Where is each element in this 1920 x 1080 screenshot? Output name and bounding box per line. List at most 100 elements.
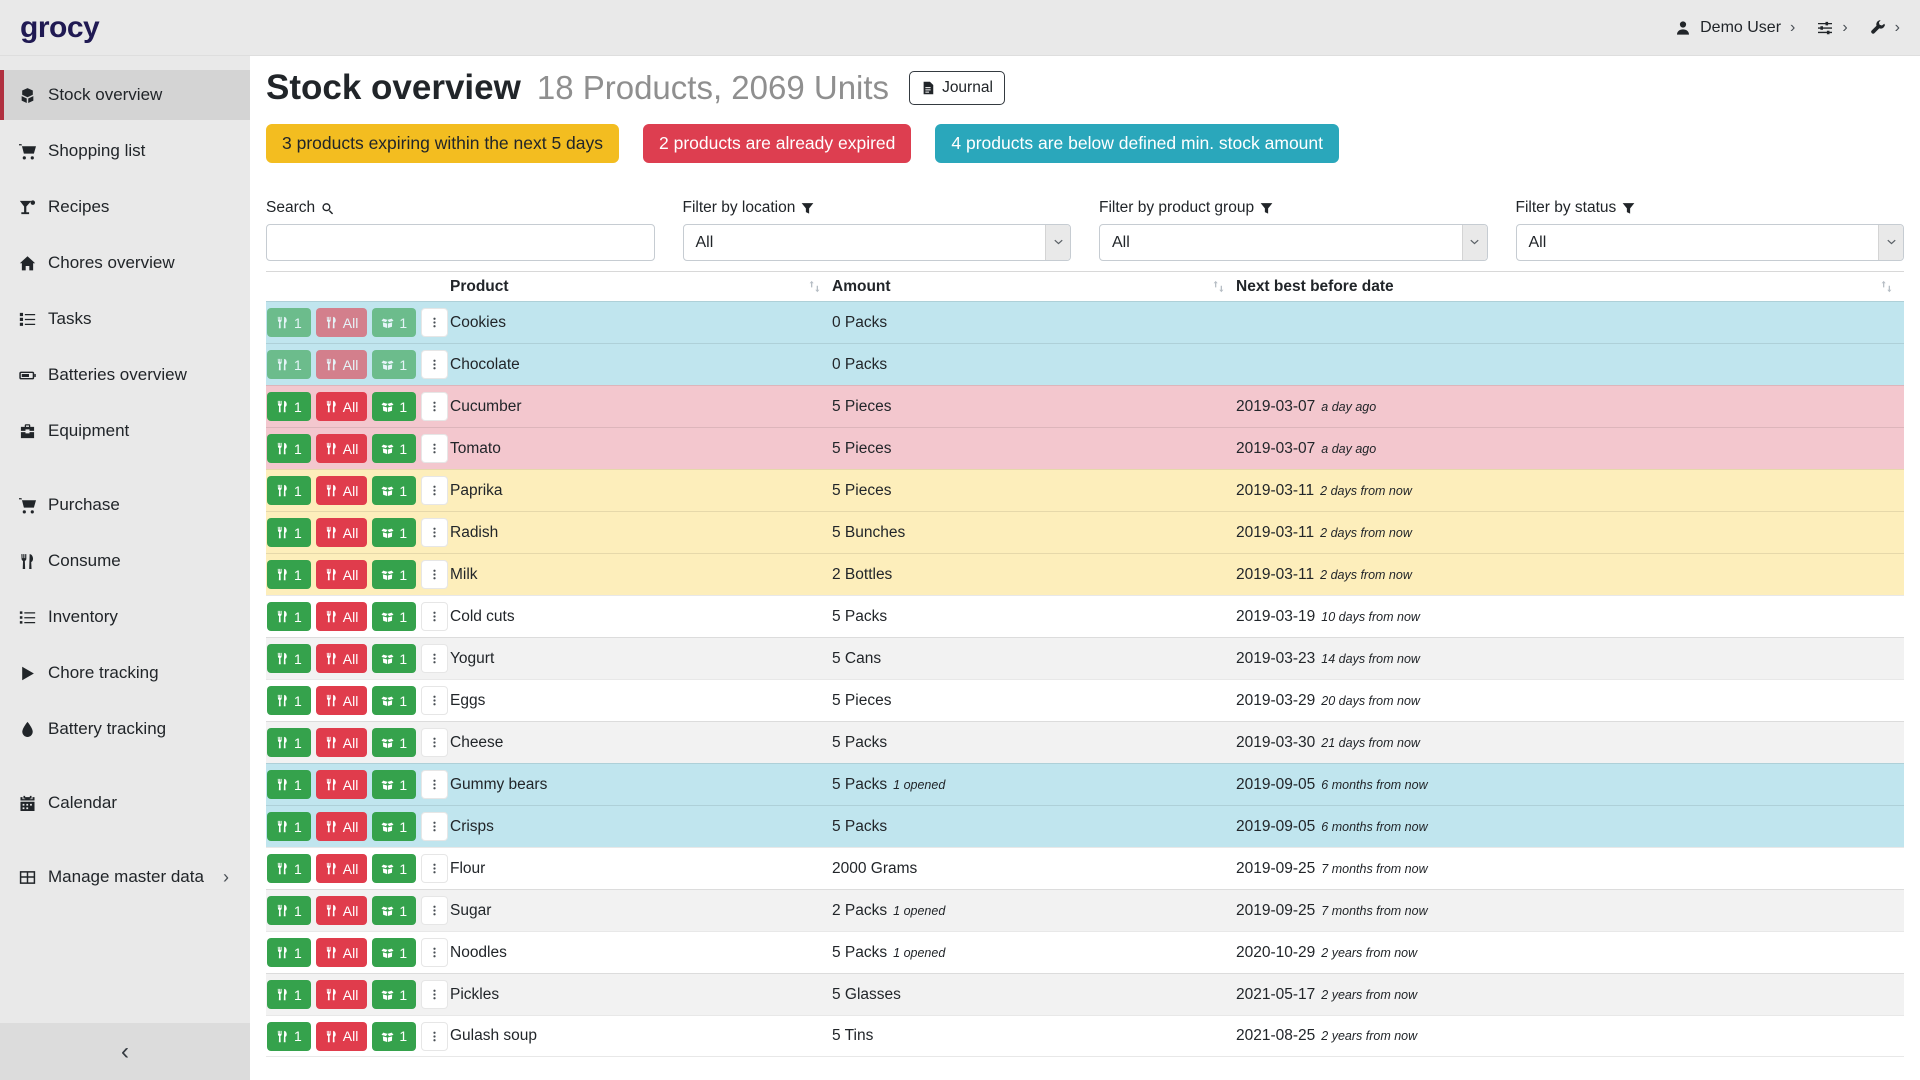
consume-one-button[interactable]: 1 — [267, 476, 311, 505]
row-menu-button[interactable] — [421, 1022, 448, 1051]
sidebar-item-chores-overview[interactable]: Chores overview — [0, 238, 250, 288]
open-one-button[interactable]: 1 — [372, 686, 416, 715]
consume-all-button[interactable]: All — [316, 854, 368, 883]
open-one-button[interactable]: 1 — [372, 812, 416, 841]
row-menu-button[interactable] — [421, 644, 448, 673]
open-one-button[interactable]: 1 — [372, 518, 416, 547]
date-column-header[interactable]: Next best before date — [1236, 278, 1904, 296]
consume-one-button[interactable]: 1 — [267, 434, 311, 463]
consume-all-button[interactable]: All — [316, 434, 368, 463]
open-one-button[interactable]: 1 — [372, 644, 416, 673]
filter-by-location-select[interactable]: All — [683, 224, 1072, 261]
sidebar-item-consume[interactable]: Consume — [0, 536, 250, 586]
consume-all-button[interactable]: All — [316, 350, 368, 379]
filter-by-status-select[interactable]: All — [1516, 224, 1905, 261]
consume-one-button[interactable]: 1 — [267, 560, 311, 589]
consume-one-button[interactable]: 1 — [267, 518, 311, 547]
consume-all-button[interactable]: All — [316, 938, 368, 967]
open-one-button[interactable]: 1 — [372, 308, 416, 337]
consume-all-button[interactable]: All — [316, 602, 368, 631]
sidebar-item-shopping-list[interactable]: Shopping list — [0, 126, 250, 176]
sidebar-collapse-button[interactable]: ‹ — [0, 1023, 250, 1080]
row-menu-button[interactable] — [421, 518, 448, 547]
topbar-shortcut-wrench[interactable]: › — [1870, 19, 1900, 37]
row-menu-button[interactable] — [421, 686, 448, 715]
consume-all-button[interactable]: All — [316, 896, 368, 925]
consume-all-button[interactable]: All — [316, 392, 368, 421]
row-menu-button[interactable] — [421, 350, 448, 379]
sidebar-item-recipes[interactable]: Recipes — [0, 182, 250, 232]
open-one-button[interactable]: 1 — [372, 602, 416, 631]
consume-all-button[interactable]: All — [316, 1022, 368, 1051]
sidebar-item-inventory[interactable]: Inventory — [0, 592, 250, 642]
row-menu-button[interactable] — [421, 434, 448, 463]
open-one-button[interactable]: 1 — [372, 728, 416, 757]
open-one-button[interactable]: 1 — [372, 770, 416, 799]
consume-all-button[interactable]: All — [316, 476, 368, 505]
consume-all-button[interactable]: All — [316, 518, 368, 547]
consume-all-button[interactable]: All — [316, 308, 368, 337]
sidebar-item-tasks[interactable]: Tasks — [0, 294, 250, 344]
row-menu-button[interactable] — [421, 308, 448, 337]
journal-button[interactable]: Journal — [909, 71, 1005, 105]
consume-one-button[interactable]: 1 — [267, 854, 311, 883]
consume-all-button[interactable]: All — [316, 812, 368, 841]
sidebar-item-stock-overview[interactable]: Stock overview — [0, 70, 250, 120]
row-menu-button[interactable] — [421, 854, 448, 883]
consume-one-button[interactable]: 1 — [267, 770, 311, 799]
row-menu-button[interactable] — [421, 812, 448, 841]
consume-one-button[interactable]: 1 — [267, 812, 311, 841]
user-menu[interactable]: Demo User› — [1675, 19, 1795, 37]
consume-all-button[interactable]: All — [316, 686, 368, 715]
product-column-header[interactable]: Product — [450, 278, 832, 296]
sidebar-item-purchase[interactable]: Purchase — [0, 480, 250, 530]
open-one-button[interactable]: 1 — [372, 938, 416, 967]
sort-icon[interactable] — [1880, 280, 1893, 293]
sidebar-item-batteries-overview[interactable]: Batteries overview — [0, 350, 250, 400]
sort-icon[interactable] — [808, 280, 821, 293]
row-menu-button[interactable] — [421, 938, 448, 967]
open-one-button[interactable]: 1 — [372, 980, 416, 1009]
consume-one-button[interactable]: 1 — [267, 728, 311, 757]
row-menu-button[interactable] — [421, 728, 448, 757]
filter-by-product-group-select[interactable]: All — [1099, 224, 1488, 261]
open-one-button[interactable]: 1 — [372, 350, 416, 379]
consume-all-button[interactable]: All — [316, 728, 368, 757]
open-one-button[interactable]: 1 — [372, 434, 416, 463]
sidebar-item-battery-tracking[interactable]: Battery tracking — [0, 704, 250, 754]
consume-one-button[interactable]: 1 — [267, 350, 311, 379]
consume-all-button[interactable]: All — [316, 644, 368, 673]
consume-one-button[interactable]: 1 — [267, 308, 311, 337]
consume-one-button[interactable]: 1 — [267, 602, 311, 631]
app-logo[interactable]: grocy — [20, 11, 99, 45]
open-one-button[interactable]: 1 — [372, 560, 416, 589]
consume-all-button[interactable]: All — [316, 770, 368, 799]
consume-one-button[interactable]: 1 — [267, 938, 311, 967]
open-one-button[interactable]: 1 — [372, 854, 416, 883]
row-menu-button[interactable] — [421, 980, 448, 1009]
open-one-button[interactable]: 1 — [372, 476, 416, 505]
consume-all-button[interactable]: All — [316, 980, 368, 1009]
open-one-button[interactable]: 1 — [372, 392, 416, 421]
consume-one-button[interactable]: 1 — [267, 1022, 311, 1051]
amount-column-header[interactable]: Amount — [832, 278, 1236, 296]
sidebar-item-manage-master-data[interactable]: Manage master data› — [0, 852, 250, 902]
sidebar-item-equipment[interactable]: Equipment — [0, 406, 250, 456]
row-menu-button[interactable] — [421, 770, 448, 799]
row-menu-button[interactable] — [421, 392, 448, 421]
row-menu-button[interactable] — [421, 560, 448, 589]
consume-one-button[interactable]: 1 — [267, 644, 311, 673]
row-menu-button[interactable] — [421, 896, 448, 925]
consume-one-button[interactable]: 1 — [267, 392, 311, 421]
consume-all-button[interactable]: All — [316, 560, 368, 589]
row-menu-button[interactable] — [421, 476, 448, 505]
open-one-button[interactable]: 1 — [372, 1022, 416, 1051]
topbar-shortcut-sliders[interactable]: › — [1817, 19, 1847, 37]
sidebar-item-calendar[interactable]: Calendar — [0, 778, 250, 828]
sort-icon[interactable] — [1212, 280, 1225, 293]
consume-one-button[interactable]: 1 — [267, 896, 311, 925]
row-menu-button[interactable] — [421, 602, 448, 631]
search-input[interactable] — [266, 224, 655, 261]
consume-one-button[interactable]: 1 — [267, 980, 311, 1009]
consume-one-button[interactable]: 1 — [267, 686, 311, 715]
